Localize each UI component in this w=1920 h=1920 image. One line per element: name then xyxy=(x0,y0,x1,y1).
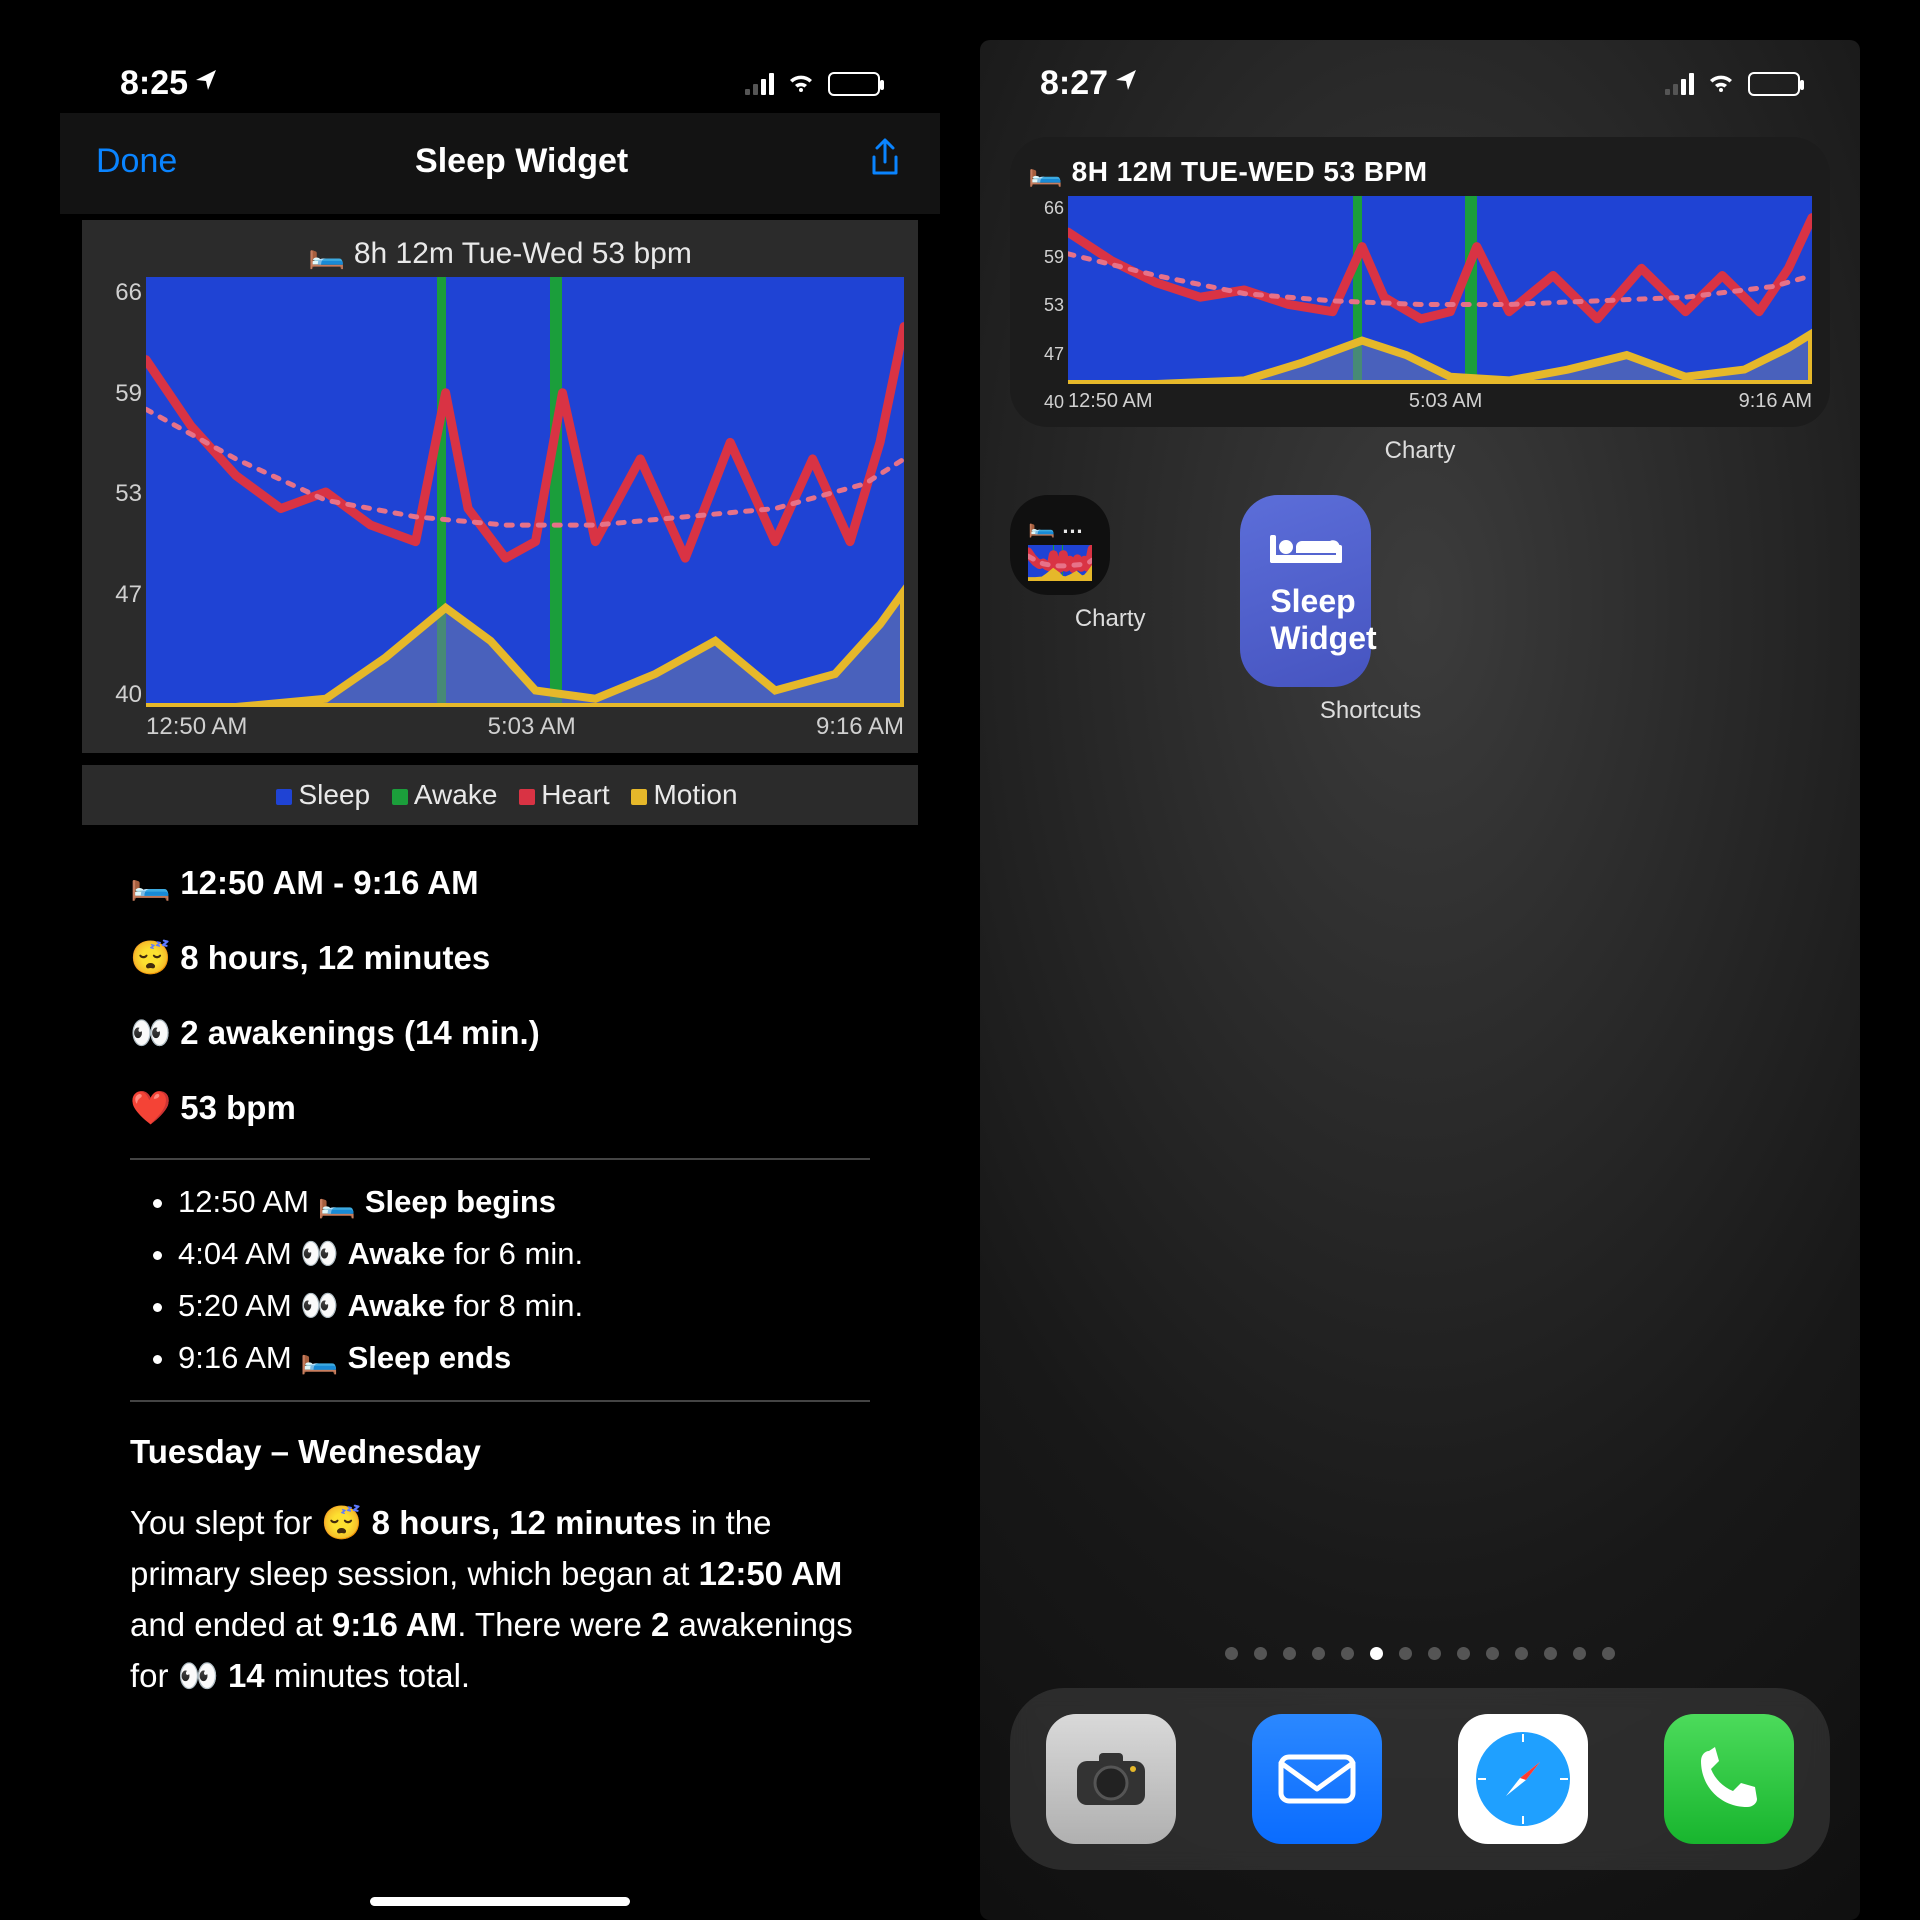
shortcut-title: Sleep Widget xyxy=(1270,583,1340,657)
dock-app-camera[interactable] xyxy=(1046,1714,1176,1844)
stat-range: 🛏️ 12:50 AM - 9:16 AM xyxy=(130,857,870,908)
cellular-icon xyxy=(745,73,774,95)
done-button[interactable]: Done xyxy=(96,142,177,181)
stat-bpm: ❤️ 53 bpm xyxy=(130,1082,870,1133)
legend-swatch-awake xyxy=(392,789,408,805)
status-bar: 8:25 xyxy=(60,40,940,113)
widget-label: Charty xyxy=(1010,605,1210,633)
stat-awakenings: 👀 2 awakenings (14 min.) xyxy=(130,1007,870,1058)
battery-icon xyxy=(828,72,880,96)
summary-paragraph: You slept for 😴 8 hours, 12 minutes in t… xyxy=(130,1497,870,1702)
chart-plot-area xyxy=(1028,545,1092,581)
status-time: 8:25 xyxy=(120,64,188,103)
battery-icon xyxy=(1748,72,1800,96)
list-item: 9:16 AM 🛏️ Sleep ends xyxy=(178,1334,870,1382)
divider xyxy=(130,1400,870,1402)
y-axis-ticks: 66 59 53 47 40 xyxy=(1028,196,1064,413)
legend-swatch-heart xyxy=(519,789,535,805)
wifi-icon xyxy=(786,64,816,103)
day-range-title: Tuesday – Wednesday xyxy=(130,1426,870,1477)
legend-swatch-sleep xyxy=(276,789,292,805)
phone-right: 8:27 🛏️ 8H 12M TUE-WED 53 BPM 66 59 53 4… xyxy=(980,40,1860,1920)
chart-title: 🛏️ 8h 12m Tue-Wed 53 bpm xyxy=(96,236,904,271)
chart-card: 🛏️ 8h 12m Tue-Wed 53 bpm 66 59 53 47 40 … xyxy=(82,220,918,753)
bed-icon xyxy=(1270,525,1340,583)
y-axis-ticks: 66 59 53 47 40 xyxy=(96,277,142,709)
x-axis-ticks: 12:50 AM 5:03 AM 9:16 AM xyxy=(1068,384,1812,413)
chart-plot-area xyxy=(1068,196,1812,384)
widget-title: 🛏️ 8H 12M TU... xyxy=(1028,513,1092,539)
status-time: 8:27 xyxy=(1040,64,1108,103)
list-item: 12:50 AM 🛏️ Sleep begins xyxy=(178,1178,870,1226)
location-icon xyxy=(1114,68,1138,99)
dock-app-safari[interactable] xyxy=(1458,1714,1588,1844)
location-icon xyxy=(194,68,218,99)
nav-bar: Done Sleep Widget xyxy=(60,113,940,214)
widget-charty-large[interactable]: 🛏️ 8H 12M TUE-WED 53 BPM 66 59 53 47 40 … xyxy=(1010,137,1830,427)
widget-label: Shortcuts xyxy=(1240,697,1501,725)
page-indicator[interactable] xyxy=(980,1647,1860,1660)
dock xyxy=(1010,1688,1830,1870)
stat-duration: 😴 8 hours, 12 minutes xyxy=(130,932,870,983)
phone-left: 8:25 Done Sleep Widget 🛏️ 8h 12m Tue-Wed… xyxy=(60,40,940,1920)
chart-plot-area xyxy=(146,277,904,707)
widget-charty-small[interactable]: 🛏️ 8H 12M TU... xyxy=(1010,495,1110,595)
chart-legend: Sleep Awake Heart Motion xyxy=(82,765,918,825)
divider xyxy=(130,1158,870,1160)
event-list: 12:50 AM 🛏️ Sleep begins 4:04 AM 👀 Awake… xyxy=(130,1178,870,1382)
summary-body: 🛏️ 12:50 AM - 9:16 AM 😴 8 hours, 12 minu… xyxy=(60,825,940,1701)
page-title: Sleep Widget xyxy=(415,142,628,181)
list-item: 5:20 AM 👀 Awake for 8 min. xyxy=(178,1282,870,1330)
widget-title: 🛏️ 8H 12M TUE-WED 53 BPM xyxy=(1028,155,1812,188)
wifi-icon xyxy=(1706,64,1736,103)
widget-shortcut-sleep[interactable]: Sleep Widget xyxy=(1240,495,1370,687)
list-item: 4:04 AM 👀 Awake for 6 min. xyxy=(178,1230,870,1278)
share-button[interactable] xyxy=(866,137,904,186)
widget-label: Charty xyxy=(980,437,1860,465)
x-axis-ticks: 12:50 AM 5:03 AM 9:16 AM xyxy=(146,707,904,741)
dock-app-phone[interactable] xyxy=(1664,1714,1794,1844)
legend-swatch-motion xyxy=(631,789,647,805)
home-indicator[interactable] xyxy=(370,1897,630,1906)
cellular-icon xyxy=(1665,73,1694,95)
dock-app-mail[interactable] xyxy=(1252,1714,1382,1844)
status-bar: 8:27 xyxy=(980,40,1860,113)
